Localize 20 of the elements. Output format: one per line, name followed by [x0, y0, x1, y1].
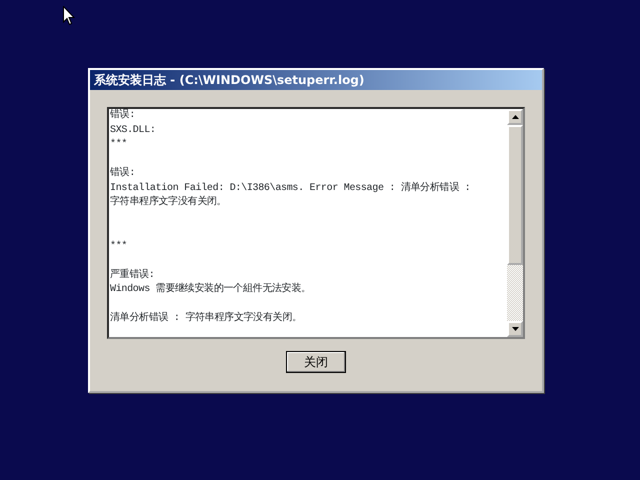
log-line: 错误: — [110, 167, 136, 181]
log-line: *** — [110, 240, 128, 254]
scrollbar[interactable] — [507, 109, 523, 337]
log-line: 严重错误: — [110, 268, 156, 282]
window-title: 系统安装日志 - (C:\WINDOWS\setuperr.log) — [90, 70, 542, 90]
up-arrow-icon — [512, 115, 518, 119]
log-line: 字符串程序文字没有关闭。 — [110, 196, 228, 210]
log-line: SXS.DLL: — [110, 124, 157, 138]
log-line: 错误: — [110, 109, 136, 123]
scroll-up-button[interactable] — [507, 109, 523, 125]
down-arrow-icon — [512, 327, 518, 331]
mouse-pointer-icon — [63, 6, 75, 26]
scrollbar-thumb[interactable] — [507, 125, 523, 265]
log-line: *** — [110, 138, 128, 152]
close-button[interactable]: 关闭 — [286, 351, 346, 373]
log-text-area[interactable]: 错误: SXS.DLL: *** 错误: Installation Failed: D:\I386\asms. Error Message : 清单分析错误 : 字符串程序文字没有关闭。 *** 严重错误: Windows 需要继续安装的一个組件无法安装。 清单分析错误 : 字符串程序文字没有关闭。 — [107, 107, 525, 339]
log-line: 清单分析错误 : 字符串程序文字没有关闭。 — [110, 312, 303, 326]
log-line: Installation Failed: D:\I386\asms. Error Message : 清单分析错误 : — [110, 182, 472, 196]
log-line: Windows 需要继续安装的一个組件无法安装。 — [110, 283, 312, 297]
scroll-down-button[interactable] — [507, 321, 523, 337]
